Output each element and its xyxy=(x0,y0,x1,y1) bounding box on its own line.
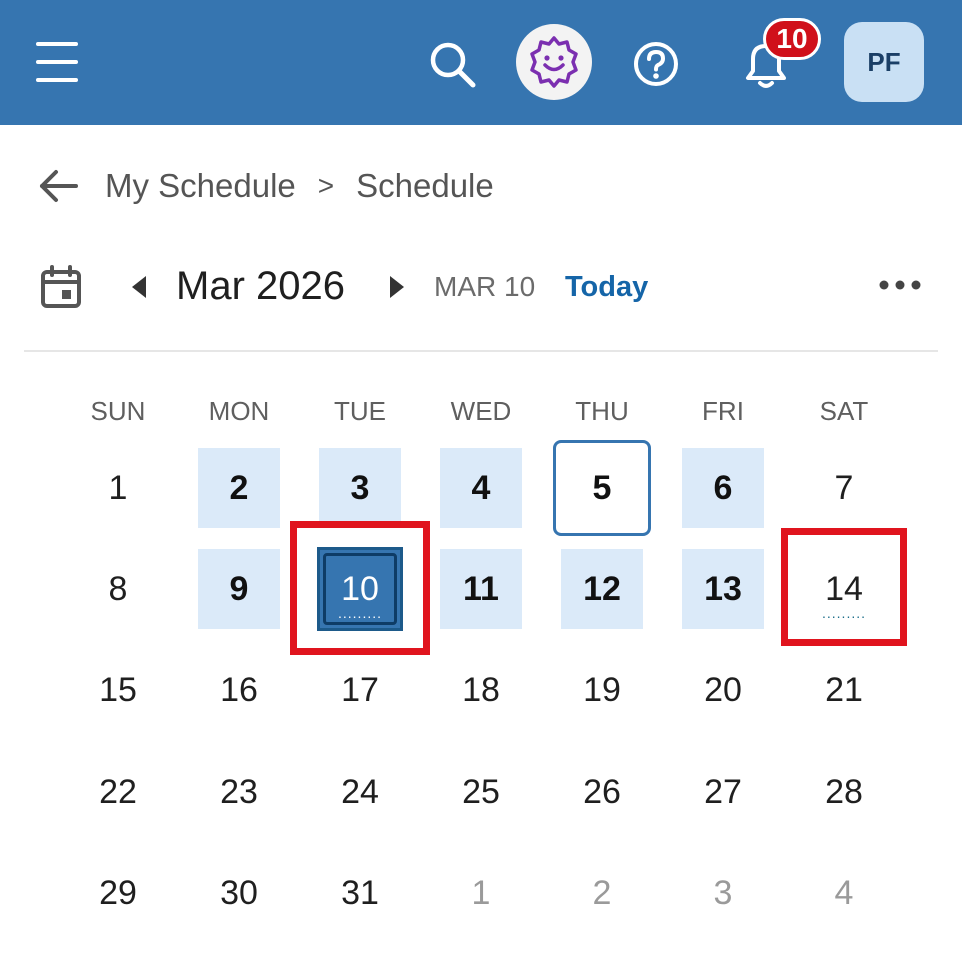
day-cell[interactable]: 27 xyxy=(682,752,764,832)
top-app-bar: 10 PF xyxy=(0,0,962,125)
day-cell[interactable]: 24 xyxy=(319,752,401,832)
day-number: 30 xyxy=(220,873,258,912)
breadcrumb-my-schedule[interactable]: My Schedule xyxy=(105,167,296,205)
month-title: Mar 2026 xyxy=(176,264,345,308)
day-cell-next-month[interactable]: 3 xyxy=(682,853,764,933)
divider xyxy=(24,350,938,352)
day-number: 27 xyxy=(704,772,742,811)
day-number: 2 xyxy=(592,873,612,912)
day-number: 6 xyxy=(713,468,733,507)
back-arrow-icon[interactable] xyxy=(36,164,80,208)
hamburger-menu-icon[interactable] xyxy=(36,40,80,84)
more-options-icon[interactable] xyxy=(876,270,924,300)
day-number: 24 xyxy=(341,772,379,811)
highlight-box xyxy=(781,528,907,646)
day-number: 13 xyxy=(704,569,742,608)
sparkle-badge-icon xyxy=(530,36,578,88)
weekday-fri: FRI xyxy=(702,396,744,426)
day-number: 17 xyxy=(341,670,379,709)
day-cell[interactable]: 19 xyxy=(561,650,643,730)
day-cell[interactable]: 17 xyxy=(319,650,401,730)
day-number: 2 xyxy=(229,468,249,507)
day-number: 15 xyxy=(99,670,137,709)
day-number: 20 xyxy=(704,670,742,709)
weekday-sat: SAT xyxy=(819,396,869,426)
weekday-thu: THU xyxy=(575,396,629,426)
day-number: 1 xyxy=(471,873,491,912)
notification-count-badge: 10 xyxy=(763,18,821,60)
weekday-wed: WED xyxy=(450,396,512,426)
day-cell[interactable]: 4 xyxy=(440,448,522,528)
day-cell[interactable]: 13 xyxy=(682,549,764,629)
day-cell[interactable]: 23 xyxy=(198,752,280,832)
weekday-tue: TUE xyxy=(334,396,386,426)
day-number: 5 xyxy=(592,468,612,507)
day-number: 21 xyxy=(825,670,863,709)
calendar-icon[interactable] xyxy=(38,264,84,310)
day-number: 26 xyxy=(583,772,621,811)
day-number: 18 xyxy=(462,670,500,709)
day-cell[interactable]: 7 xyxy=(803,448,885,528)
day-cell[interactable]: 30 xyxy=(198,853,280,933)
breadcrumb-separator: > xyxy=(317,170,335,201)
day-cell[interactable]: 26 xyxy=(561,752,643,832)
day-cell[interactable]: 15 xyxy=(77,650,159,730)
day-number: 9 xyxy=(229,569,249,608)
day-number: 4 xyxy=(834,873,854,912)
day-number: 8 xyxy=(108,569,128,608)
day-cell[interactable]: 25 xyxy=(440,752,522,832)
day-cell[interactable]: 21 xyxy=(803,650,885,730)
day-cell[interactable]: 11 xyxy=(440,549,522,629)
day-number: 29 xyxy=(99,873,137,912)
day-cell[interactable]: 31 xyxy=(319,853,401,933)
user-avatar[interactable]: PF xyxy=(844,22,924,102)
day-cell[interactable]: 9 xyxy=(198,549,280,629)
day-cell[interactable]: 22 xyxy=(77,752,159,832)
highlight-box xyxy=(290,521,430,655)
day-number: 25 xyxy=(462,772,500,811)
day-number: 7 xyxy=(834,468,854,507)
day-number: 1 xyxy=(108,468,128,507)
day-number: 22 xyxy=(99,772,137,811)
help-icon[interactable] xyxy=(632,40,680,88)
day-number: 23 xyxy=(220,772,258,811)
day-cell[interactable]: 28 xyxy=(803,752,885,832)
assistant-button[interactable] xyxy=(516,24,592,100)
breadcrumb-schedule: Schedule xyxy=(356,167,494,204)
day-number: 31 xyxy=(341,873,379,912)
day-number: 3 xyxy=(350,468,370,507)
day-number: 11 xyxy=(463,569,499,608)
day-cell[interactable]: 6 xyxy=(682,448,764,528)
day-number: 16 xyxy=(220,670,258,709)
day-cell[interactable]: 1 xyxy=(77,448,159,528)
next-month-icon[interactable] xyxy=(384,270,410,304)
search-icon[interactable] xyxy=(428,40,478,90)
day-cell[interactable]: 20 xyxy=(682,650,764,730)
day-cell[interactable]: 5 xyxy=(553,440,651,536)
day-cell[interactable]: 2 xyxy=(198,448,280,528)
current-date-label: MAR 10 xyxy=(434,271,536,302)
day-number: 4 xyxy=(471,468,491,507)
breadcrumb: My Schedule > Schedule xyxy=(105,164,494,208)
day-cell-next-month[interactable]: 4 xyxy=(803,853,885,933)
previous-month-icon[interactable] xyxy=(126,270,152,304)
day-number: 12 xyxy=(583,569,621,608)
day-cell[interactable]: 3 xyxy=(319,448,401,528)
day-number: 28 xyxy=(825,772,863,811)
day-number: 3 xyxy=(713,873,733,912)
day-cell[interactable]: 29 xyxy=(77,853,159,933)
day-cell[interactable]: 8 xyxy=(77,549,159,629)
day-cell[interactable]: 16 xyxy=(198,650,280,730)
weekday-mon: MON xyxy=(208,396,270,426)
weekday-sun: SUN xyxy=(90,396,146,426)
today-button[interactable]: Today xyxy=(565,270,648,304)
day-number: 19 xyxy=(583,670,621,709)
day-cell-next-month[interactable]: 1 xyxy=(440,853,522,933)
day-cell[interactable]: 12 xyxy=(561,549,643,629)
day-cell-next-month[interactable]: 2 xyxy=(561,853,643,933)
day-cell[interactable]: 18 xyxy=(440,650,522,730)
